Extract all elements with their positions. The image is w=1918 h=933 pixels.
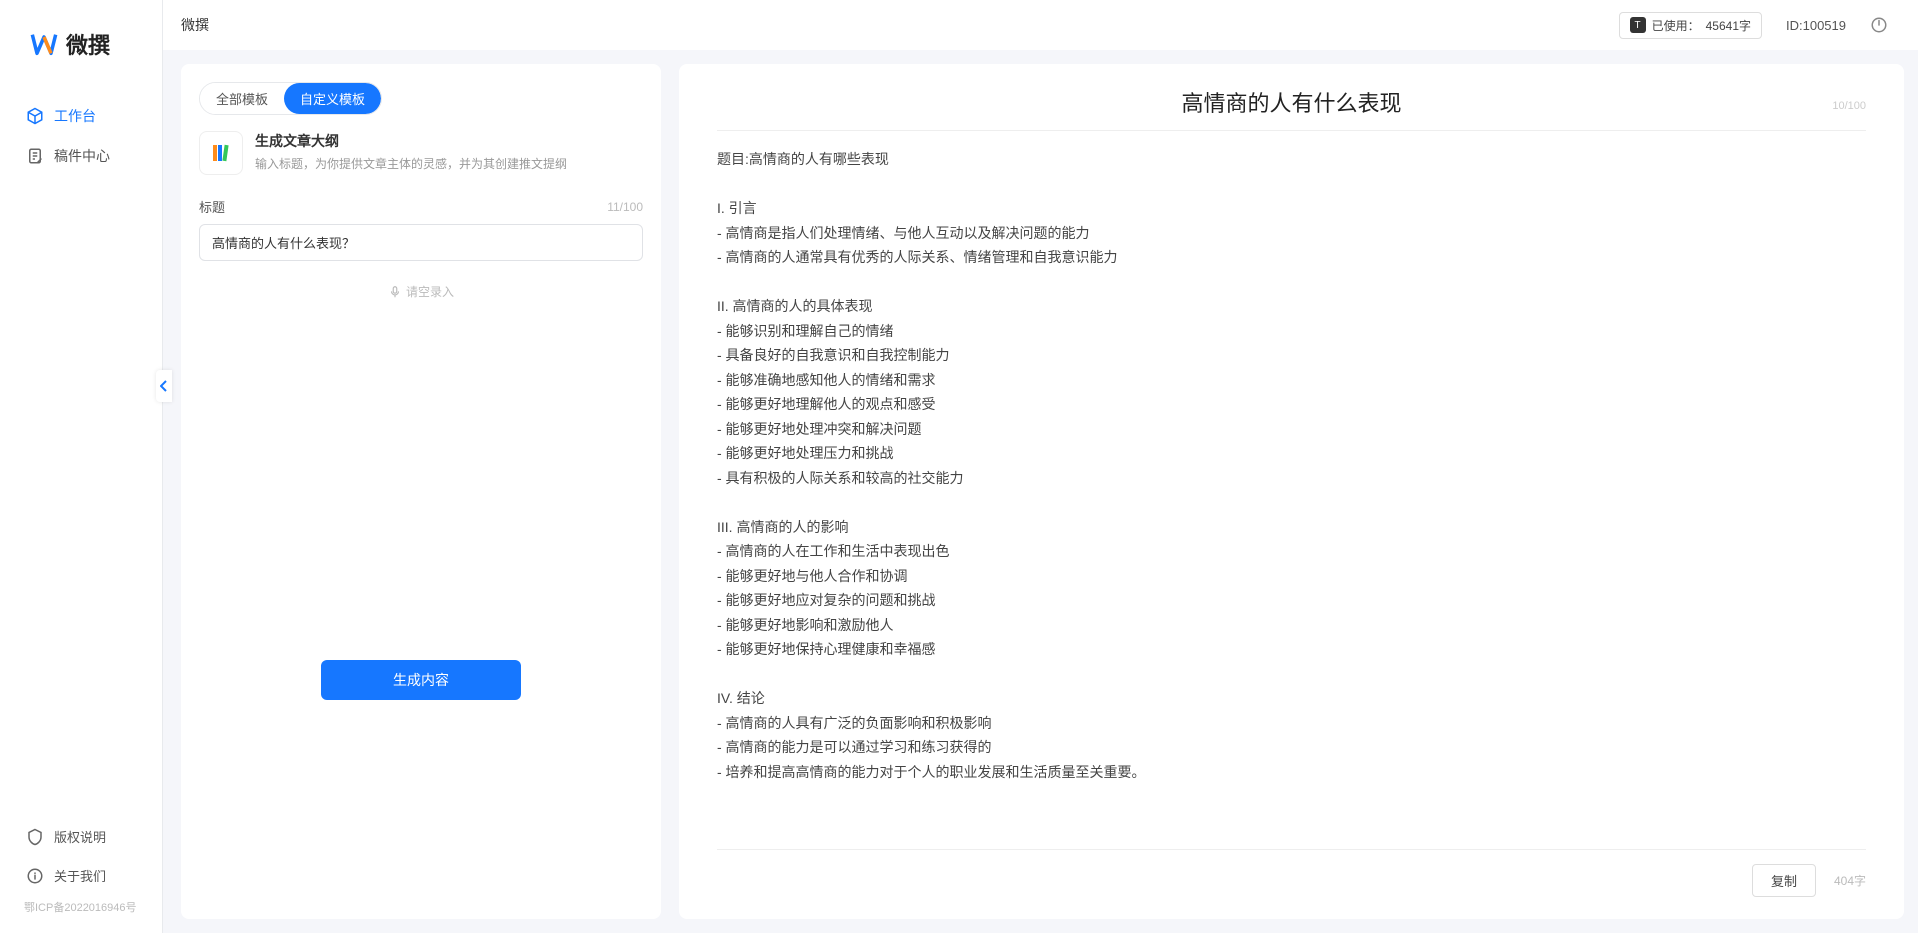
template-card-desc: 输入标题，为你提供文章主体的灵感，并为其创建推文提纲 <box>255 155 567 173</box>
usage-pill[interactable]: T 已使用： 45641字 <box>1619 12 1762 39</box>
title-char-counter: 11/100 <box>607 200 643 214</box>
info-icon <box>26 867 44 885</box>
preview-body[interactable]: 题目:高情商的人有哪些表现 I. 引言 - 高情商是指人们处理情绪、与他人互动以… <box>717 147 1866 837</box>
sidebar-item-label: 版权说明 <box>54 827 106 846</box>
sidebar-item-label: 关于我们 <box>54 866 106 885</box>
sidebar-item-workbench[interactable]: 工作台 <box>0 96 162 136</box>
icp-text: 鄂ICP备2022016946号 <box>0 895 162 925</box>
word-count: 404字 <box>1834 872 1866 889</box>
sidebar-item-copyright[interactable]: 版权说明 <box>0 817 162 856</box>
preview-title-counter: 10/100 <box>1832 100 1866 112</box>
right-panel: 高情商的人有什么表现 10/100 题目:高情商的人有哪些表现 I. 引言 - … <box>679 64 1904 919</box>
left-panel: 全部模板 自定义模板 生成文章大纲 输入标题，为你提供文章主体的灵感，并为其创建… <box>181 64 661 919</box>
sidebar-item-label: 工作台 <box>54 106 96 126</box>
sidebar-bottom: 版权说明 关于我们 鄂ICP备2022016946号 <box>0 817 162 933</box>
collapse-sidebar-button[interactable] <box>156 370 172 402</box>
shield-icon <box>26 828 44 846</box>
sidebar-nav: 工作台 稿件中心 <box>0 80 162 817</box>
topbar: 微撰 T 已使用： 45641字 ID:100519 <box>163 0 1918 50</box>
sidebar-item-label: 稿件中心 <box>54 146 110 166</box>
voice-hint-text: 请空录入 <box>406 283 454 300</box>
template-card-icon <box>199 131 243 175</box>
sidebar-item-about[interactable]: 关于我们 <box>0 856 162 895</box>
page-title: 微撰 <box>181 15 209 35</box>
sidebar-item-drafts[interactable]: 稿件中心 <box>0 136 162 176</box>
template-card-title: 生成文章大纲 <box>255 131 567 151</box>
books-icon <box>209 141 233 165</box>
title-field-label: 标题 <box>199 197 225 216</box>
divider <box>717 130 1866 131</box>
usage-badge-icon: T <box>1630 17 1646 33</box>
generate-button[interactable]: 生成内容 <box>321 660 521 700</box>
copy-button[interactable]: 复制 <box>1752 864 1816 897</box>
title-input[interactable] <box>199 224 643 261</box>
preview-title: 高情商的人有什么表现 <box>717 86 1866 118</box>
power-icon[interactable] <box>1870 16 1888 34</box>
logo: 微撰 <box>0 0 162 80</box>
template-card: 生成文章大纲 输入标题，为你提供文章主体的灵感，并为其创建推文提纲 <box>199 131 643 175</box>
tab-all-templates[interactable]: 全部模板 <box>200 83 284 114</box>
sidebar: 微撰 工作台 稿件中心 版权说明 <box>0 0 163 933</box>
main: 微撰 T 已使用： 45641字 ID:100519 全部模板 自定义模板 <box>163 0 1918 933</box>
template-tabs: 全部模板 自定义模板 <box>199 82 382 115</box>
logo-text: 微撰 <box>66 28 110 60</box>
user-id: ID:100519 <box>1786 18 1846 33</box>
usage-prefix: 已使用： <box>1652 17 1700 34</box>
logo-mark <box>30 30 58 58</box>
doc-icon <box>26 147 44 165</box>
tab-custom-templates[interactable]: 自定义模板 <box>284 83 381 114</box>
voice-input-hint[interactable]: 请空录入 <box>199 283 643 300</box>
usage-value: 45641字 <box>1706 17 1751 34</box>
cube-icon <box>26 107 44 125</box>
mic-icon <box>388 285 402 299</box>
